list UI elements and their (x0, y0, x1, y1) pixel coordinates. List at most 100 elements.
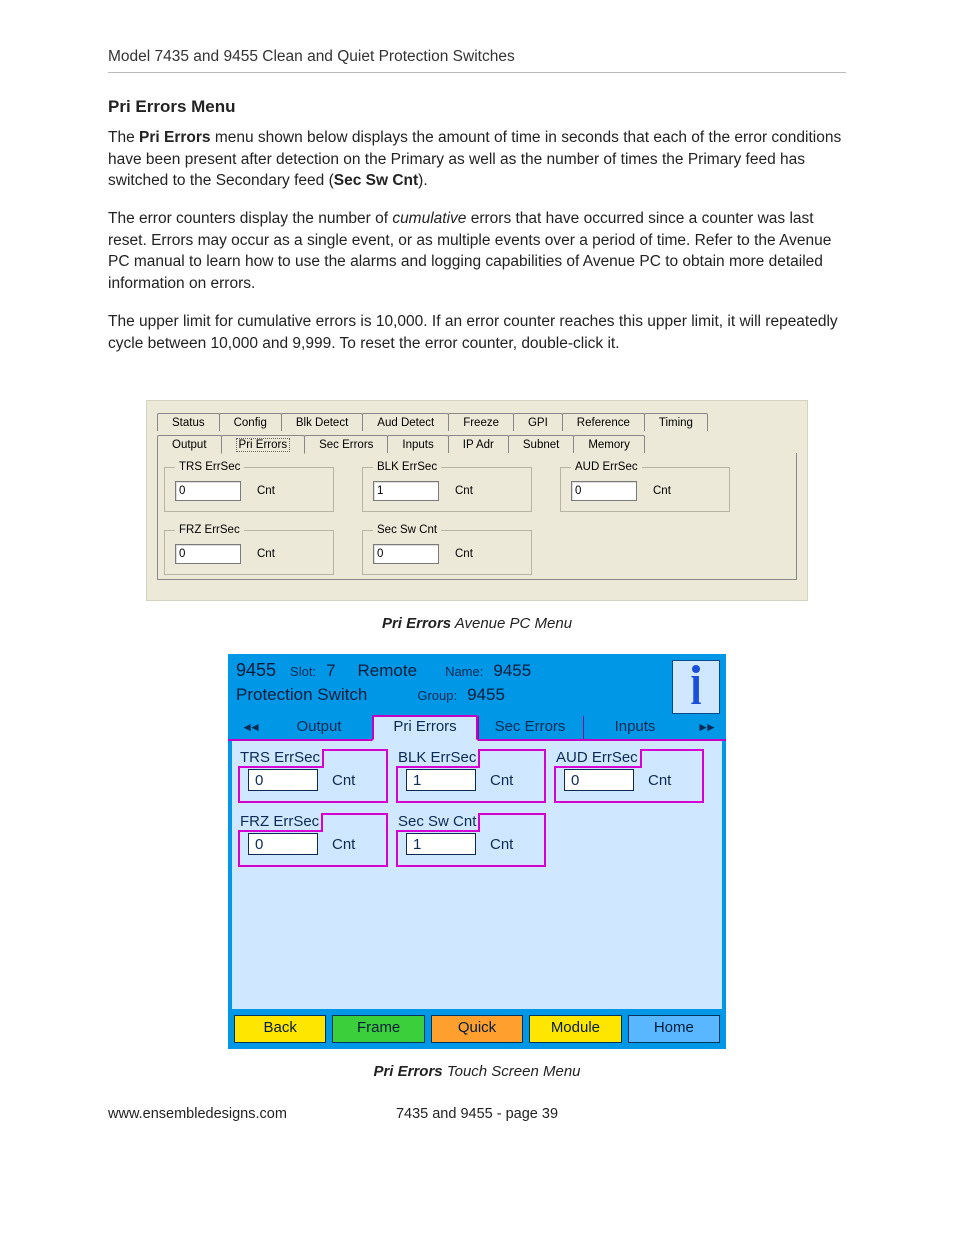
touch-tab-inputs[interactable]: Inputs (583, 715, 688, 739)
touch-header: 9455 Slot: 7 Remote Name: 9455 Protectio… (228, 654, 726, 709)
text: The error counters display the number of (108, 210, 392, 227)
section-heading: Pri Errors Menu (108, 97, 846, 117)
touch-group-blk-errsec: BLK ErrSec Cnt (396, 749, 546, 803)
counter-input[interactable] (175, 544, 241, 564)
touch-group-aud-errsec: AUD ErrSec Cnt (554, 749, 704, 803)
frame-button[interactable]: Frame (332, 1015, 424, 1043)
paragraph-2: The error counters display the number of… (108, 208, 846, 295)
caption-lead: Pri Errors (373, 1063, 442, 1080)
running-header: Model 7435 and 9455 Clean and Quiet Prot… (108, 48, 846, 73)
tab-blk-detect[interactable]: Blk Detect (281, 413, 363, 431)
touch-footer: BackFrameQuickModuleHome (228, 1009, 726, 1049)
mode-value: Remote (358, 661, 418, 681)
name-value: 9455 (493, 661, 531, 681)
text: The (108, 129, 139, 146)
unit-label: Cnt (257, 548, 275, 560)
touch-screen: l 9455 Slot: 7 Remote Name: 9455 Protect… (228, 654, 726, 1049)
group-legend: TRS ErrSec (238, 749, 324, 768)
group-legend: Sec Sw Cnt (396, 813, 480, 832)
unit-label: Cnt (332, 836, 355, 853)
counter-input[interactable] (373, 544, 439, 564)
caption-rest: Touch Screen Menu (443, 1063, 581, 1080)
unit-label: Cnt (648, 772, 671, 789)
italic-term: cumulative (392, 210, 466, 227)
text: menu shown below displays the amount of … (108, 129, 841, 189)
unit-label: Cnt (455, 548, 473, 560)
touch-tab-strip: ◄◄ OutputPri ErrorsSec ErrorsInputs ►► (228, 715, 726, 741)
bold-term: Sec Sw Cnt (334, 172, 418, 189)
bold-term: Pri Errors (139, 129, 211, 146)
tab-row-lower: OutputPri ErrorsSec ErrorsInputsIP AdrSu… (157, 431, 797, 453)
tab-output[interactable]: Output (157, 435, 222, 453)
tab-timing[interactable]: Timing (644, 413, 708, 431)
footer-page: 7435 and 9455 - page 39 (328, 1106, 626, 1122)
counter-input[interactable] (406, 833, 476, 855)
tab-ip-adr[interactable]: IP Adr (448, 435, 509, 453)
touch-tab-output[interactable]: Output (266, 715, 372, 739)
group-label: Group: (417, 688, 457, 703)
tab-reference[interactable]: Reference (562, 413, 645, 431)
group-legend: AUD ErrSec (554, 749, 642, 768)
info-icon[interactable]: l (672, 660, 720, 714)
group-legend: FRZ ErrSec (238, 813, 323, 832)
scroll-right-icon[interactable]: ►► (688, 715, 722, 739)
caption-lead: Pri Errors (382, 615, 451, 632)
caption-pc: Pri Errors Avenue PC Menu (108, 615, 846, 632)
paragraph-1: The Pri Errors menu shown below displays… (108, 127, 846, 192)
group-legend: TRS ErrSec (175, 461, 244, 473)
unit-label: Cnt (653, 485, 671, 497)
module-button[interactable]: Module (529, 1015, 621, 1043)
touch-tab-pri-errors[interactable]: Pri Errors (372, 715, 478, 741)
group-legend: BLK ErrSec (373, 461, 441, 473)
counter-input[interactable] (406, 769, 476, 791)
counter-input[interactable] (248, 769, 318, 791)
group-legend: BLK ErrSec (396, 749, 480, 768)
group-value: 9455 (467, 685, 505, 705)
tab-memory[interactable]: Memory (573, 435, 645, 453)
group-legend: Sec Sw Cnt (373, 524, 441, 536)
tab-strip: StatusConfigBlk DetectAud DetectFreezeGP… (157, 409, 797, 453)
quick-button[interactable]: Quick (431, 1015, 523, 1043)
unit-label: Cnt (455, 485, 473, 497)
group-blk-errsec: BLK ErrSec Cnt (362, 461, 532, 512)
tab-config[interactable]: Config (219, 413, 282, 431)
caption-touch: Pri Errors Touch Screen Menu (108, 1063, 846, 1080)
footer-url: www.ensembledesigns.com (108, 1106, 328, 1122)
tab-aud-detect[interactable]: Aud Detect (362, 413, 449, 431)
counter-input[interactable] (248, 833, 318, 855)
dialog-body: TRS ErrSecCntBLK ErrSecCntAUD ErrSecCntF… (157, 453, 797, 580)
slot-label: Slot: (290, 664, 316, 679)
unit-label: Cnt (490, 772, 513, 789)
touch-group-frz-errsec: FRZ ErrSec Cnt (238, 813, 388, 867)
counter-input[interactable] (571, 481, 637, 501)
home-button[interactable]: Home (628, 1015, 720, 1043)
tab-status[interactable]: Status (157, 413, 220, 431)
tab-inputs[interactable]: Inputs (387, 435, 448, 453)
touch-body: TRS ErrSecCntBLK ErrSecCntAUD ErrSecCntF… (232, 741, 722, 1009)
touch-group-trs-errsec: TRS ErrSec Cnt (238, 749, 388, 803)
scroll-left-icon[interactable]: ◄◄ (232, 715, 266, 739)
tab-sec-errors[interactable]: Sec Errors (304, 435, 388, 453)
tab-gpi[interactable]: GPI (513, 413, 563, 431)
tab-freeze[interactable]: Freeze (448, 413, 514, 431)
model-number: 9455 (236, 660, 276, 681)
tab-subnet[interactable]: Subnet (508, 435, 574, 453)
subtitle: Protection Switch (236, 685, 367, 705)
counter-input[interactable] (564, 769, 634, 791)
unit-label: Cnt (332, 772, 355, 789)
group-aud-errsec: AUD ErrSec Cnt (560, 461, 730, 512)
unit-label: Cnt (257, 485, 275, 497)
caption-rest: Avenue PC Menu (451, 615, 572, 632)
name-label: Name: (445, 664, 483, 679)
touch-group-sec-sw-cnt: Sec Sw Cnt Cnt (396, 813, 546, 867)
text: ). (418, 172, 427, 189)
back-button[interactable]: Back (234, 1015, 326, 1043)
group-frz-errsec: FRZ ErrSecCnt (164, 524, 334, 575)
touch-tab-sec-errors[interactable]: Sec Errors (478, 715, 583, 739)
counter-input[interactable] (373, 481, 439, 501)
counter-input[interactable] (175, 481, 241, 501)
unit-label: Cnt (490, 836, 513, 853)
group-legend: AUD ErrSec (571, 461, 642, 473)
tab-pri-errors[interactable]: Pri Errors (221, 435, 306, 454)
group-sec-sw-cnt: Sec Sw Cnt Cnt (362, 524, 532, 575)
